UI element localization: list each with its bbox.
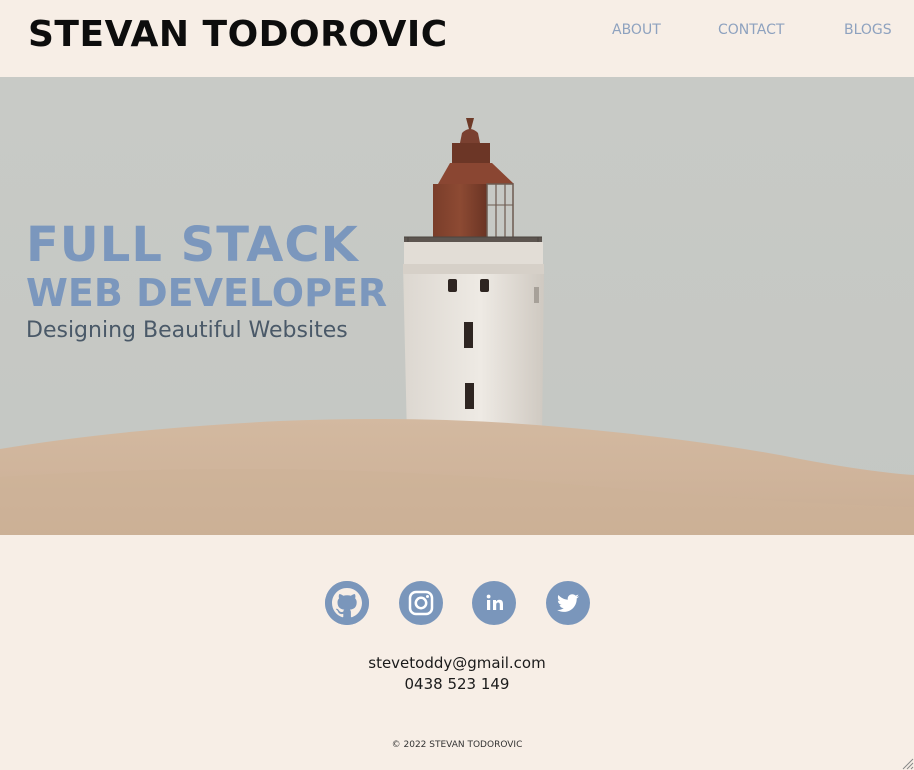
social-links — [325, 581, 595, 625]
linkedin-icon — [486, 594, 503, 610]
github-icon — [325, 581, 369, 625]
contact-info: stevetoddy@gmail.com 0438 523 149 — [0, 653, 914, 695]
nav-link-about[interactable]: ABOUT — [612, 22, 661, 38]
site-header: STEVAN TODOROVIC ABOUT CONTACT BLOGS — [0, 0, 914, 77]
nav-link-blogs[interactable]: BLOGS — [844, 22, 892, 38]
hero-tagline: Designing Beautiful Websites — [26, 318, 348, 343]
site-logo[interactable]: STEVAN TODOROVIC — [28, 14, 448, 55]
contact-phone[interactable]: 0438 523 149 — [0, 674, 914, 695]
resize-grip-icon[interactable] — [900, 756, 914, 770]
instagram-icon — [408, 590, 434, 616]
hero-text-block: FULL STACK WEB DEVELOPER Designing Beaut… — [26, 218, 387, 348]
hero-banner: FULL STACK WEB DEVELOPER Designing Beaut… — [0, 77, 914, 535]
nav-link-contact[interactable]: CONTACT — [718, 22, 784, 38]
hero-subtitle: WEB DEVELOPER — [26, 271, 388, 315]
linkedin-link[interactable] — [472, 581, 516, 625]
instagram-link[interactable] — [399, 581, 443, 625]
twitter-icon — [557, 594, 579, 612]
copyright-text: © 2022 STEVAN TODOROVIC — [391, 740, 523, 750]
twitter-link[interactable] — [546, 581, 590, 625]
hero-title: FULL STACK — [26, 217, 359, 273]
contact-email[interactable]: stevetoddy@gmail.com — [0, 653, 914, 674]
github-link[interactable] — [325, 581, 369, 625]
